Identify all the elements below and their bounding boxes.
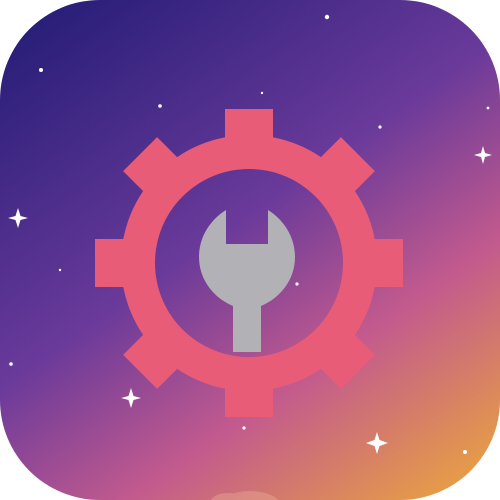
- star-icon: [158, 104, 162, 108]
- star-icon: [58, 268, 62, 272]
- star-icon: [242, 426, 246, 430]
- star-icon: [295, 282, 299, 286]
- app-icon-graphic: [0, 0, 500, 500]
- star-icon: [260, 91, 264, 95]
- star-icon: [463, 450, 467, 454]
- star-icon: [324, 14, 330, 20]
- app-icon[interactable]: [0, 0, 500, 500]
- star-icon: [9, 362, 13, 366]
- star-icon: [39, 68, 43, 72]
- star-icon: [486, 106, 490, 110]
- star-icon: [378, 125, 382, 129]
